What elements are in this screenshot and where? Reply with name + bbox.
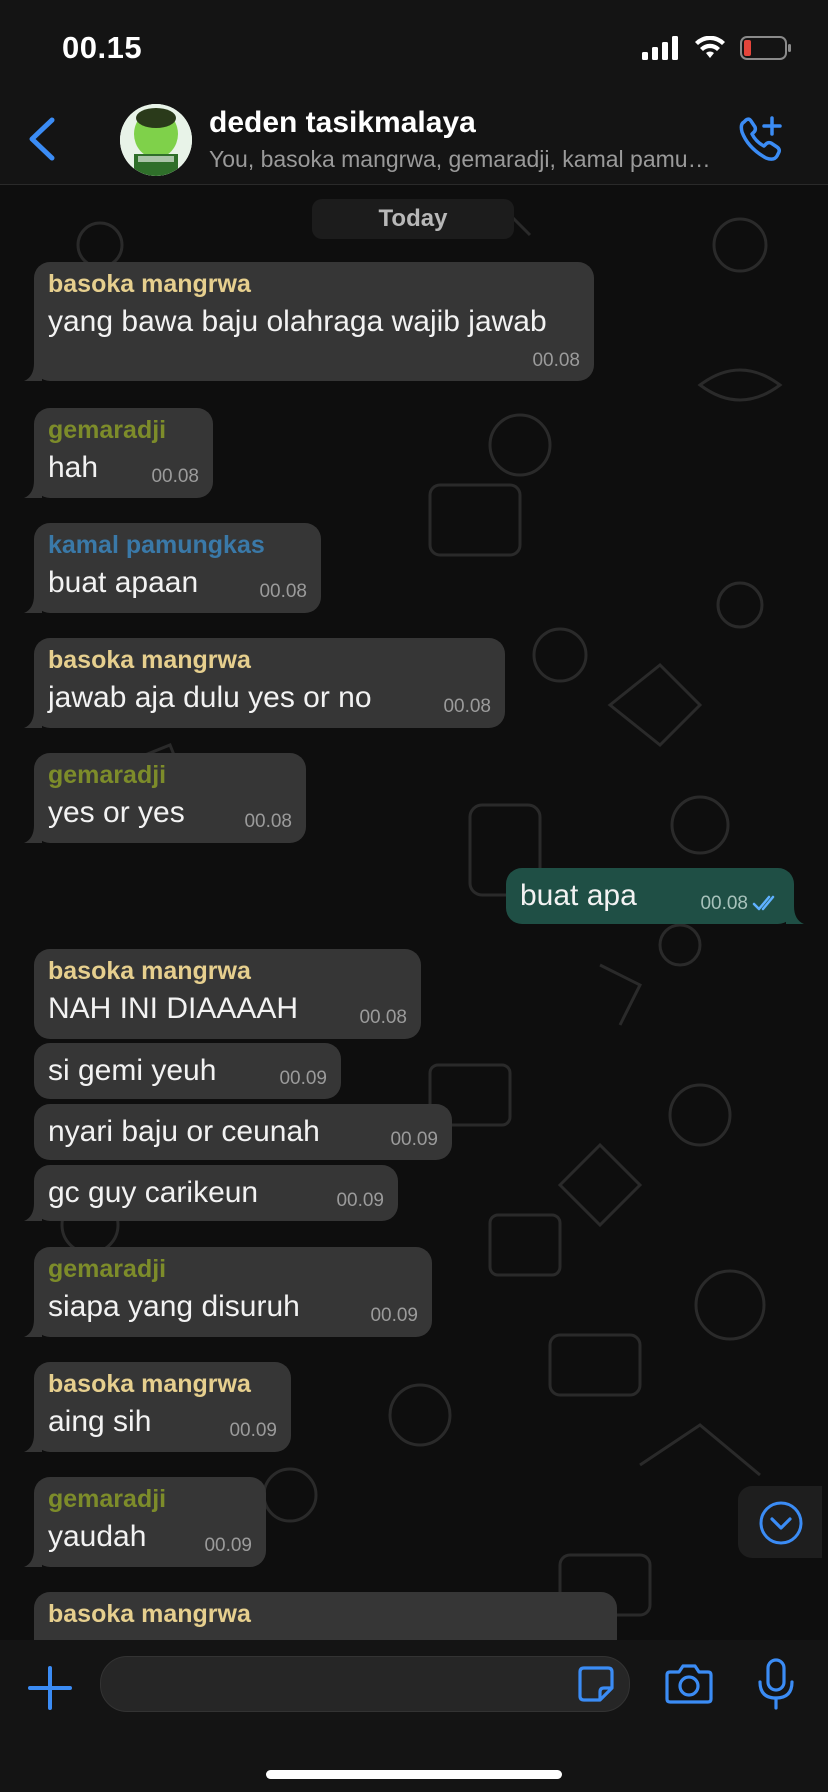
message-bubble[interactable]: gemaradji yes or yes 00.08 bbox=[24, 753, 306, 843]
message-bubble[interactable]: basoka mangrwa jawab aja dulu yes or no … bbox=[24, 638, 505, 728]
message-input[interactable] bbox=[100, 1656, 630, 1712]
date-separator: Today bbox=[312, 199, 514, 239]
message-text: gc guy carikeun bbox=[48, 1176, 259, 1209]
message-time: 00.08 bbox=[151, 466, 199, 487]
message-sender: gemaradji bbox=[48, 1255, 167, 1283]
wifi-icon bbox=[695, 36, 725, 58]
message-time: 00.08 bbox=[443, 696, 491, 717]
home-indicator bbox=[266, 1770, 562, 1779]
bubble-tail bbox=[24, 480, 42, 498]
message-sender: basoka mangrwa bbox=[48, 646, 251, 674]
message-text: nyari baju or ceunah bbox=[48, 1115, 320, 1148]
scroll-down-icon bbox=[759, 1501, 803, 1545]
message-text: yes or yes bbox=[48, 796, 185, 829]
message-text: siapa yang disuruh bbox=[48, 1290, 300, 1323]
message-sender: gemaradji bbox=[48, 761, 167, 789]
microphone-icon[interactable] bbox=[756, 1658, 796, 1710]
message-time: 00.09 bbox=[336, 1190, 384, 1211]
bubble-tail bbox=[24, 710, 42, 728]
signal-icon bbox=[642, 36, 678, 60]
scroll-down-button[interactable] bbox=[738, 1486, 822, 1558]
message-time: 00.08 bbox=[259, 581, 307, 602]
message-bubble[interactable]: si gemi yeuh 00.09 bbox=[34, 1043, 341, 1099]
message-sender: basoka mangrwa bbox=[48, 270, 251, 298]
message-bubble[interactable]: basoka mangrwa bbox=[34, 1592, 617, 1640]
message-sender: basoka mangrwa bbox=[48, 1370, 251, 1398]
message-bubble[interactable]: kamal pamungkas buat apaan 00.08 bbox=[24, 523, 321, 613]
bubble-tail bbox=[786, 906, 804, 924]
chat-area[interactable]: Today basoka mangrwa yang bawa baju olah… bbox=[0, 185, 828, 1640]
add-call-icon[interactable] bbox=[736, 114, 784, 164]
bubble-tail bbox=[24, 1434, 42, 1452]
sticker-icon[interactable] bbox=[576, 1664, 616, 1704]
message-text: si gemi yeuh bbox=[48, 1054, 217, 1087]
group-avatar[interactable] bbox=[120, 104, 192, 176]
message-bubble[interactable]: nyari baju or ceunah 00.09 bbox=[34, 1104, 452, 1160]
message-bubble[interactable]: gemaradji hah 00.08 bbox=[24, 408, 213, 498]
battery-icon bbox=[740, 36, 791, 60]
compose-bar bbox=[0, 1640, 828, 1792]
message-sender: basoka mangrwa bbox=[48, 957, 251, 985]
message-time: 00.09 bbox=[370, 1305, 418, 1326]
message-time: 00.09 bbox=[229, 1420, 277, 1441]
message-time: 00.08 bbox=[532, 350, 580, 371]
message-sender: gemaradji bbox=[48, 1485, 167, 1513]
read-receipt-icon bbox=[752, 895, 775, 911]
plus-icon[interactable] bbox=[24, 1662, 76, 1714]
message-text: aing sih bbox=[48, 1405, 152, 1438]
message-text: hah bbox=[48, 451, 99, 484]
message-text: jawab aja dulu yes or no bbox=[48, 681, 372, 714]
message-time: 00.09 bbox=[279, 1068, 327, 1089]
message-sender: kamal pamungkas bbox=[48, 531, 265, 559]
message-text: NAH INI DIAAAAH bbox=[48, 992, 299, 1025]
chat-header: deden tasikmalaya You, basoka mangrwa, g… bbox=[0, 92, 828, 185]
message-text: buat apaan bbox=[48, 566, 199, 599]
message-text: buat apa bbox=[520, 879, 637, 912]
bubble-tail bbox=[24, 363, 42, 381]
message-text: yaudah bbox=[48, 1520, 147, 1553]
message-bubble[interactable]: gemaradji yaudah 00.09 bbox=[24, 1477, 266, 1567]
camera-icon[interactable] bbox=[664, 1662, 714, 1706]
message-sender: gemaradji bbox=[48, 416, 167, 444]
bubble-tail bbox=[24, 595, 42, 613]
message-text: yang bawa baju olahraga wajib jawab bbox=[48, 305, 547, 338]
message-bubble[interactable]: basoka mangrwa aing sih 00.09 bbox=[24, 1362, 291, 1452]
message-bubble[interactable]: basoka mangrwa NAH INI DIAAAAH 00.08 bbox=[34, 949, 421, 1039]
back-chevron-icon[interactable] bbox=[22, 116, 62, 162]
bubble-tail bbox=[24, 1319, 42, 1337]
status-bar: 00.15 bbox=[0, 0, 828, 92]
message-bubble[interactable]: basoka mangrwa yang bawa baju olahraga w… bbox=[24, 262, 594, 381]
status-time: 00.15 bbox=[62, 30, 143, 65]
chat-subtitle[interactable]: You, basoka mangrwa, gemaradji, kamal pa… bbox=[209, 146, 719, 173]
message-bubble[interactable]: gc guy carikeun 00.09 bbox=[24, 1165, 398, 1221]
message-bubble[interactable]: gemaradji siapa yang disuruh 00.09 bbox=[24, 1247, 432, 1337]
chat-title[interactable]: deden tasikmalaya bbox=[209, 106, 476, 140]
message-time: 00.08 bbox=[700, 893, 748, 914]
bubble-tail bbox=[24, 1549, 42, 1567]
status-icons bbox=[642, 36, 792, 60]
bubble-tail bbox=[24, 1203, 42, 1221]
message-time: 00.09 bbox=[204, 1535, 252, 1556]
bubble-tail bbox=[24, 825, 42, 843]
message-time: 00.08 bbox=[359, 1007, 407, 1028]
message-time: 00.09 bbox=[390, 1129, 438, 1150]
message-bubble-outgoing[interactable]: buat apa 00.08 bbox=[506, 868, 804, 924]
message-time: 00.08 bbox=[244, 811, 292, 832]
message-sender: basoka mangrwa bbox=[48, 1600, 251, 1628]
